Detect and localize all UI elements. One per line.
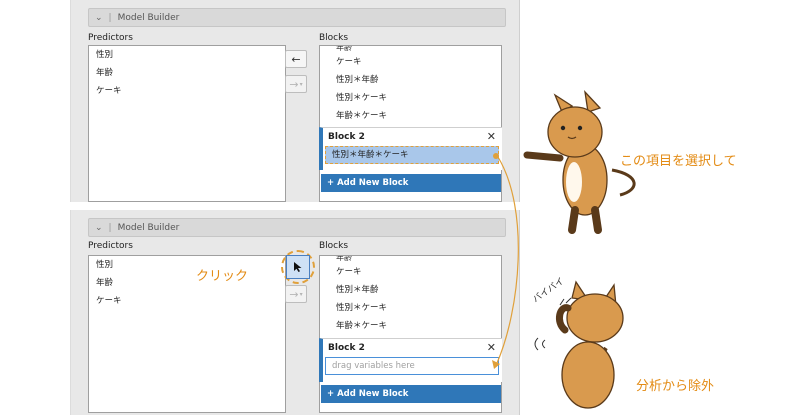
pointing-cat-icon	[523, 90, 636, 234]
waving-cat-icon	[534, 280, 624, 409]
connector-dot	[493, 153, 499, 159]
connector-arrowhead	[492, 360, 500, 369]
illustration-overlay	[492, 90, 636, 409]
connector-line	[496, 156, 519, 364]
